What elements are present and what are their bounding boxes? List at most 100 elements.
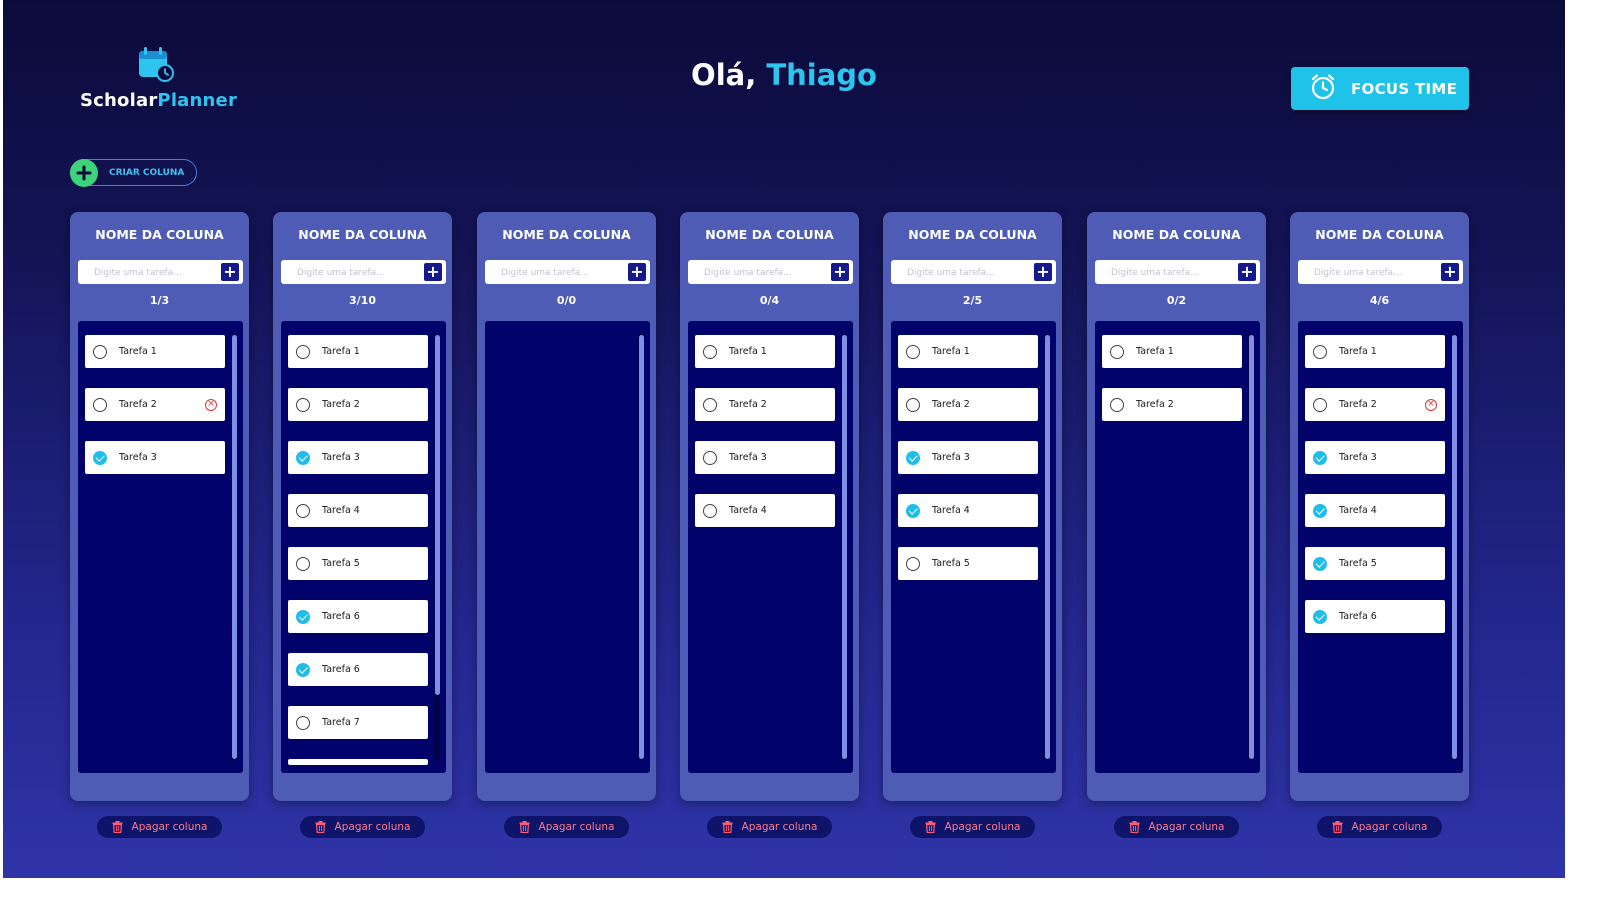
scrollbar-thumb[interactable]: [1044, 335, 1050, 759]
task-item[interactable]: Tarefa 5: [1305, 547, 1445, 580]
task-item[interactable]: Tarefa 4: [695, 494, 835, 527]
delete-column-button[interactable]: Apagar coluna: [300, 816, 425, 838]
task-item[interactable]: Tarefa 5: [898, 547, 1038, 580]
add-task-button[interactable]: +: [1441, 263, 1459, 281]
column-title[interactable]: NOME DA COLUNA: [273, 227, 452, 242]
add-task-button[interactable]: +: [831, 263, 849, 281]
column-title[interactable]: NOME DA COLUNA: [477, 227, 656, 242]
task-input[interactable]: [1095, 261, 1235, 285]
unchecked-circle-icon[interactable]: [296, 715, 310, 730]
unchecked-circle-icon[interactable]: [703, 450, 717, 465]
task-item[interactable]: Tarefa 2: [898, 388, 1038, 421]
checked-circle-icon[interactable]: [1313, 450, 1327, 465]
task-item[interactable]: Tarefa 1: [695, 335, 835, 368]
unchecked-circle-icon[interactable]: [93, 397, 107, 412]
add-task-button[interactable]: +: [628, 263, 646, 281]
checked-circle-icon[interactable]: [1313, 503, 1327, 518]
x-circle-icon[interactable]: ×: [205, 399, 217, 411]
unchecked-circle-icon[interactable]: [703, 397, 717, 412]
add-task-button[interactable]: +: [424, 263, 442, 281]
task-item[interactable]: Tarefa 2: [1102, 388, 1242, 421]
checked-circle-icon[interactable]: [1313, 609, 1327, 624]
task-item[interactable]: Tarefa 2: [695, 388, 835, 421]
checked-circle-icon[interactable]: [93, 450, 107, 465]
task-item[interactable]: Tarefa 1: [898, 335, 1038, 368]
task-item[interactable]: Tarefa 3: [288, 441, 428, 474]
task-item[interactable]: Tarefa 1: [1305, 335, 1445, 368]
scrollbar[interactable]: [231, 333, 237, 761]
column-title[interactable]: NOME DA COLUNA: [1290, 227, 1469, 242]
delete-column-button[interactable]: Apagar coluna: [707, 816, 832, 838]
delete-column-button[interactable]: Apagar coluna: [1114, 816, 1239, 838]
task-item[interactable]: Tarefa 3: [695, 441, 835, 474]
checked-circle-icon[interactable]: [296, 662, 310, 677]
task-item[interactable]: Tarefa 3: [85, 441, 225, 474]
scrollbar-thumb[interactable]: [434, 335, 440, 695]
task-input[interactable]: [485, 261, 625, 285]
scrollbar-thumb[interactable]: [231, 335, 237, 759]
unchecked-circle-icon[interactable]: [1110, 344, 1124, 359]
scrollbar[interactable]: [1248, 333, 1254, 761]
column-title[interactable]: NOME DA COLUNA: [1087, 227, 1266, 242]
unchecked-circle-icon[interactable]: [703, 503, 717, 518]
unchecked-circle-icon[interactable]: [296, 503, 310, 518]
task-item[interactable]: Tarefa 4: [898, 494, 1038, 527]
scrollbar[interactable]: [841, 333, 847, 761]
task-item[interactable]: Tarefa 3: [1305, 441, 1445, 474]
unchecked-circle-icon[interactable]: [296, 556, 310, 571]
task-item[interactable]: Tarefa 5: [288, 547, 428, 580]
scrollbar[interactable]: [638, 333, 644, 761]
x-circle-icon[interactable]: ×: [1425, 399, 1437, 411]
scrollbar[interactable]: [434, 333, 440, 761]
checked-circle-icon[interactable]: [296, 609, 310, 624]
task-item[interactable]: Tarefa 2: [288, 388, 428, 421]
task-item[interactable]: Tarefa 6: [288, 653, 428, 686]
checked-circle-icon[interactable]: [296, 450, 310, 465]
task-input[interactable]: [891, 261, 1031, 285]
unchecked-circle-icon[interactable]: [1110, 397, 1124, 412]
unchecked-circle-icon[interactable]: [906, 397, 920, 412]
delete-column-button[interactable]: Apagar coluna: [1317, 816, 1442, 838]
scrollbar-thumb[interactable]: [1451, 335, 1457, 759]
task-item[interactable]: Tarefa 6: [1305, 600, 1445, 633]
checked-circle-icon[interactable]: [906, 450, 920, 465]
delete-column-button[interactable]: Apagar coluna: [97, 816, 222, 838]
add-task-button[interactable]: +: [221, 263, 239, 281]
scrollbar[interactable]: [1451, 333, 1457, 761]
unchecked-circle-icon[interactable]: [1313, 344, 1327, 359]
task-item[interactable]: Tarefa 7: [288, 706, 428, 739]
add-task-button[interactable]: +: [1034, 263, 1052, 281]
unchecked-circle-icon[interactable]: [1313, 397, 1327, 412]
unchecked-circle-icon[interactable]: [703, 344, 717, 359]
task-input[interactable]: [1298, 261, 1438, 285]
checked-circle-icon[interactable]: [906, 503, 920, 518]
task-input[interactable]: [78, 261, 218, 285]
task-item[interactable]: Tarefa 4: [1305, 494, 1445, 527]
unchecked-circle-icon[interactable]: [906, 556, 920, 571]
unchecked-circle-icon[interactable]: [93, 344, 107, 359]
column-title[interactable]: NOME DA COLUNA: [680, 227, 859, 242]
column-title[interactable]: NOME DA COLUNA: [70, 227, 249, 242]
task-item[interactable]: Tarefa 1: [85, 335, 225, 368]
task-item[interactable]: Tarefa 2 ×: [1305, 388, 1445, 421]
unchecked-circle-icon[interactable]: [296, 397, 310, 412]
task-item[interactable]: Tarefa 1: [1102, 335, 1242, 368]
unchecked-circle-icon[interactable]: [296, 344, 310, 359]
task-item[interactable]: Tarefa 6: [288, 600, 428, 633]
scrollbar[interactable]: [1044, 333, 1050, 761]
column-title[interactable]: NOME DA COLUNA: [883, 227, 1062, 242]
task-item[interactable]: Tarefa 4: [288, 494, 428, 527]
delete-column-button[interactable]: Apagar coluna: [504, 816, 629, 838]
task-item[interactable]: Tarefa 3: [898, 441, 1038, 474]
task-item[interactable]: [288, 759, 428, 765]
unchecked-circle-icon[interactable]: [906, 344, 920, 359]
checked-circle-icon[interactable]: [1313, 556, 1327, 571]
task-input[interactable]: [281, 261, 421, 285]
delete-column-button[interactable]: Apagar coluna: [910, 816, 1035, 838]
task-item[interactable]: Tarefa 1: [288, 335, 428, 368]
scrollbar-thumb[interactable]: [1248, 335, 1254, 759]
task-item[interactable]: Tarefa 2 ×: [85, 388, 225, 421]
create-column-button[interactable]: CRIAR COLUNA: [70, 159, 197, 187]
task-input[interactable]: [688, 261, 828, 285]
focus-time-button[interactable]: FOCUS TIME: [1291, 67, 1469, 110]
